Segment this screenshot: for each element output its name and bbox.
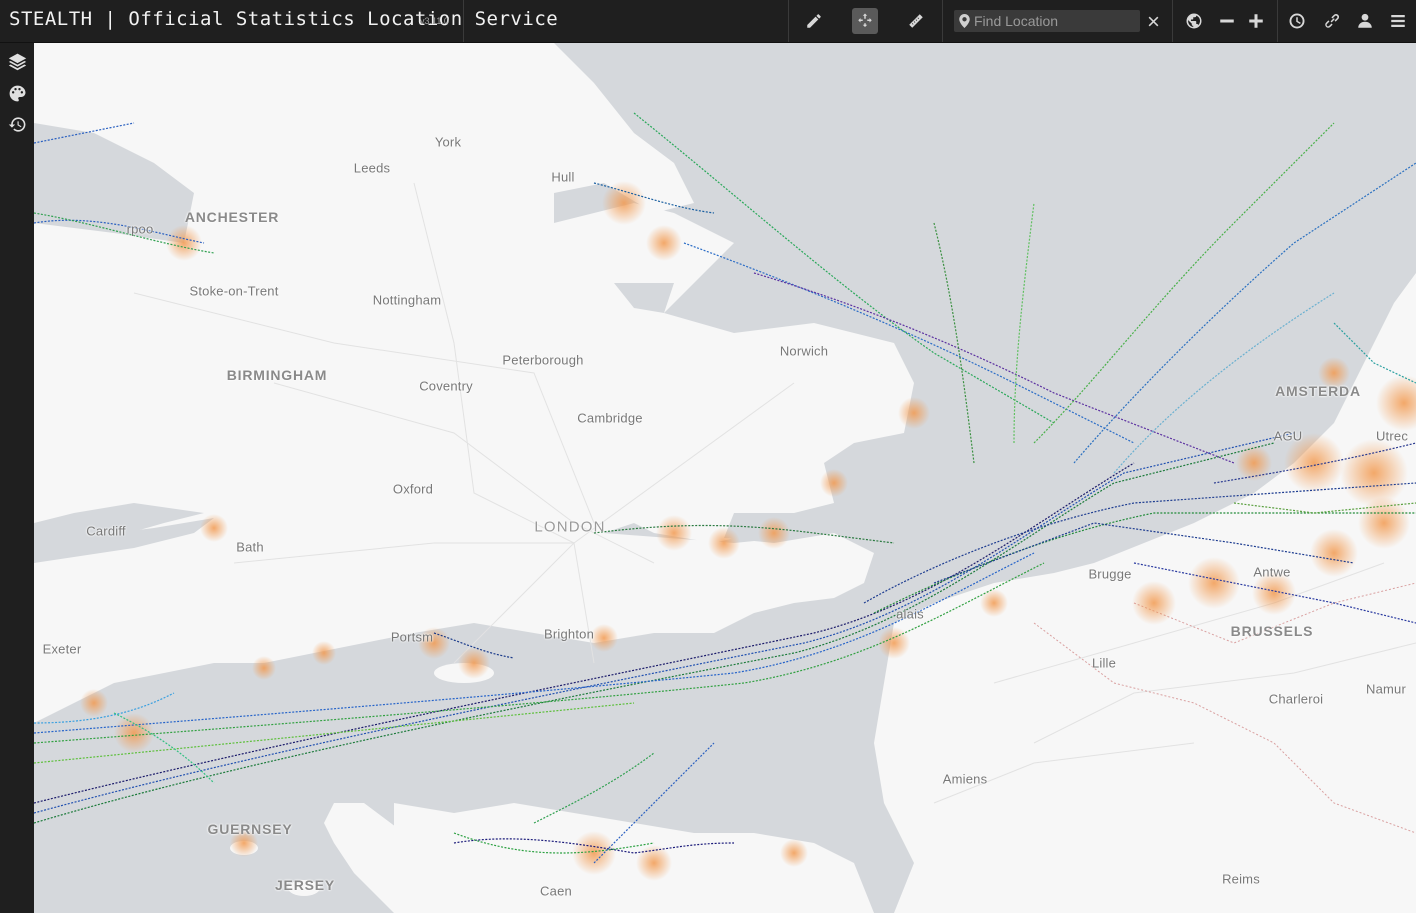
move-icon: [858, 13, 872, 27]
zoom-out-button[interactable]: [1214, 8, 1240, 34]
place-label-cardiff: Cardiff: [86, 523, 126, 539]
place-label-caen: Caen: [540, 883, 572, 899]
share-link-button[interactable]: [1319, 8, 1345, 34]
place-label-york: York: [434, 134, 462, 150]
layers-icon: [8, 53, 26, 70]
pencil-icon: [807, 14, 821, 28]
place-label-norwich: Norwich: [779, 343, 829, 359]
place-label-alais: alais: [896, 606, 924, 622]
place-label-reims: Reims: [1222, 871, 1260, 887]
place-label-agu: AGU: [1273, 428, 1303, 444]
user-icon: [1358, 13, 1372, 28]
place-label-anchester: ANCHESTER: [184, 209, 280, 225]
draw-pencil-button[interactable]: [801, 8, 827, 34]
place-label-stoke-on-trent: Stoke-on-Trent: [189, 283, 279, 299]
place-label-brighton: Brighton: [543, 626, 595, 642]
toolbar-divider: [788, 0, 789, 42]
toolbar-divider: [463, 0, 464, 42]
place-label-antwe: Antwe: [1253, 564, 1291, 580]
place-label-leeds: Leeds: [353, 160, 391, 176]
place-label-bath: Bath: [236, 539, 264, 555]
user-account-button[interactable]: [1352, 8, 1378, 34]
basemap-globe-button[interactable]: [1181, 8, 1207, 34]
place-label-amiens: Amiens: [942, 771, 988, 787]
link-icon: [1325, 13, 1340, 28]
place-label-charleroi: Charleroi: [1268, 691, 1324, 707]
place-label-birmingham: BIRMINGHAM: [226, 367, 328, 383]
app-version: v3.11.0: [420, 16, 449, 26]
top-toolbar: STEALTH | Official Statistics Location S…: [0, 0, 1416, 43]
style-palette-button[interactable]: [5, 81, 29, 105]
clear-search-button[interactable]: [1140, 8, 1166, 34]
app-title: STEALTH | Official Statistics Location S…: [9, 8, 559, 30]
place-label-utrec: Utrec: [1375, 428, 1409, 444]
palette-icon: [9, 85, 25, 101]
place-label-oxford: Oxford: [392, 481, 434, 497]
place-label-coventry: Coventry: [419, 378, 473, 394]
place-label-peterborough: Peterborough: [502, 352, 584, 368]
place-label-cambridge: Cambridge: [577, 410, 643, 426]
globe-icon: [1186, 13, 1202, 29]
basemap: [34, 43, 1416, 913]
main-menu-button[interactable]: [1385, 8, 1411, 34]
history-icon: [8, 116, 25, 132]
place-label-exeter: Exeter: [42, 641, 82, 657]
layers-button[interactable]: [5, 49, 29, 73]
history-button[interactable]: [5, 112, 29, 136]
place-label-lille: Lille: [1091, 655, 1117, 671]
place-label-london: LONDON: [534, 518, 606, 536]
plus-icon: [1249, 14, 1263, 28]
place-label-brugge: Brugge: [1088, 566, 1132, 582]
toolbar-divider: [1277, 0, 1278, 42]
place-label-amsterda: AMSTERDA: [1275, 383, 1361, 399]
place-label-nottingham: Nottingham: [372, 292, 442, 308]
place-label-brussels: BRUSSELS: [1230, 623, 1314, 639]
zoom-in-button[interactable]: [1243, 8, 1269, 34]
place-label-jersey: JERSEY: [274, 877, 336, 893]
map-marker-icon: [959, 14, 970, 28]
left-sidebar: [0, 43, 34, 913]
toolbar-divider: [1172, 0, 1173, 42]
find-location-box[interactable]: [954, 10, 1140, 32]
ruler-icon: [909, 14, 923, 28]
measure-ruler-button[interactable]: [903, 8, 929, 34]
toolbar-divider: [942, 0, 943, 42]
place-label-hull: Hull: [551, 169, 575, 185]
time-button[interactable]: [1284, 8, 1310, 34]
pan-move-button[interactable]: [852, 8, 878, 34]
place-label-rpoo: rpoo: [126, 221, 154, 237]
place-label-namur: Namur: [1365, 681, 1407, 697]
clock-icon: [1289, 13, 1305, 29]
minus-icon: [1220, 19, 1234, 23]
clear-icon: [1148, 16, 1158, 26]
find-location-input[interactable]: [974, 10, 1134, 32]
map-view[interactable]: York Leeds Hull ANCHESTER rpoo Stoke-on-Trent…: [34, 43, 1416, 913]
place-label-guernsey: GUERNSEY: [207, 821, 293, 837]
place-label-portsm: Portsm: [390, 629, 434, 645]
menu-icon: [1391, 15, 1405, 27]
